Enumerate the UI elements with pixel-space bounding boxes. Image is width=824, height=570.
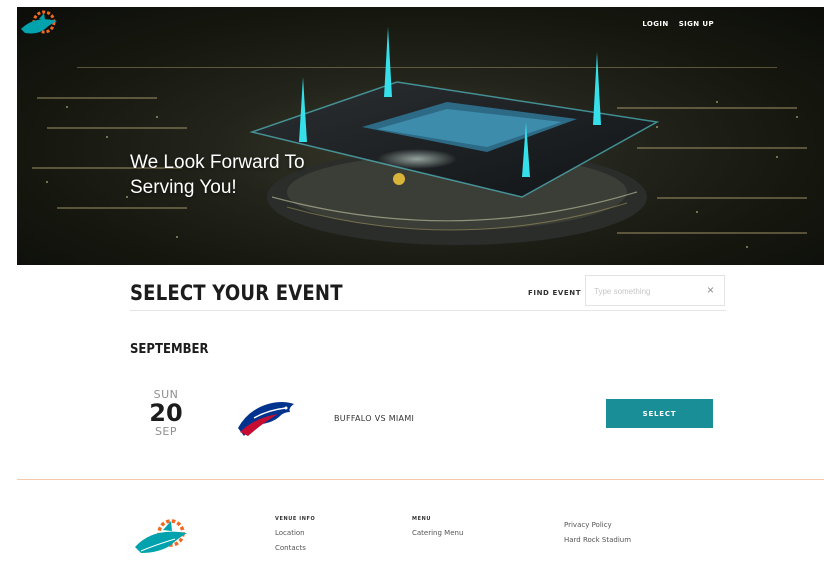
page-title: SELECT YOUR EVENT (130, 281, 343, 305)
find-event-label: FIND EVENT (528, 289, 582, 297)
footer-venue-info: VENUE INFO Location Contacts (275, 516, 315, 556)
title-divider (130, 310, 726, 311)
hero-title-line-1: We Look Forward To (130, 152, 305, 173)
footer-link-privacy-policy[interactable]: Privacy Policy (564, 518, 631, 533)
footer-divider (17, 479, 824, 480)
auth-links: LOGIN SIGN UP (642, 20, 714, 28)
buffalo-bills-logo-icon (238, 402, 294, 436)
event-date: SUN 20 SEP (146, 388, 186, 438)
footer-link-location[interactable]: Location (275, 526, 315, 541)
select-event-button[interactable]: SELECT (606, 399, 713, 428)
dolphins-logo-icon[interactable] (131, 515, 199, 559)
stadium-image (32, 27, 807, 248)
footer-link-catering-menu[interactable]: Catering Menu (412, 526, 463, 541)
month-heading: SEPTEMBER (130, 342, 209, 357)
footer-link-hard-rock-stadium[interactable]: Hard Rock Stadium (564, 533, 631, 548)
event-matchup: BUFFALO VS MIAMI (334, 414, 415, 423)
event-row: SUN 20 SEP BUFFALO VS MIAMI SELECT (130, 384, 726, 446)
dolphins-logo-icon[interactable] (17, 7, 65, 41)
footer-venue-info-heading: VENUE INFO (275, 516, 316, 522)
footer-misc: Privacy Policy Hard Rock Stadium (564, 518, 631, 548)
page-frame: LOGIN SIGN UP We Look Forward To Serving… (17, 7, 824, 570)
clear-icon[interactable]: × (707, 283, 714, 297)
find-event-search-box: × (585, 275, 725, 306)
hero-title: We Look Forward To Serving You! (130, 150, 305, 200)
hero-banner: LOGIN SIGN UP We Look Forward To Serving… (17, 7, 824, 265)
signup-link[interactable]: SIGN UP (679, 20, 714, 28)
footer-menu: MENU Catering Menu (412, 516, 463, 541)
login-link[interactable]: LOGIN (642, 20, 668, 28)
find-event-input[interactable] (594, 284, 694, 298)
footer-menu-heading: MENU (412, 516, 432, 522)
hero-title-line-2: Serving You! (130, 177, 237, 198)
event-day: 20 (149, 399, 183, 427)
footer-link-contacts[interactable]: Contacts (275, 541, 315, 556)
